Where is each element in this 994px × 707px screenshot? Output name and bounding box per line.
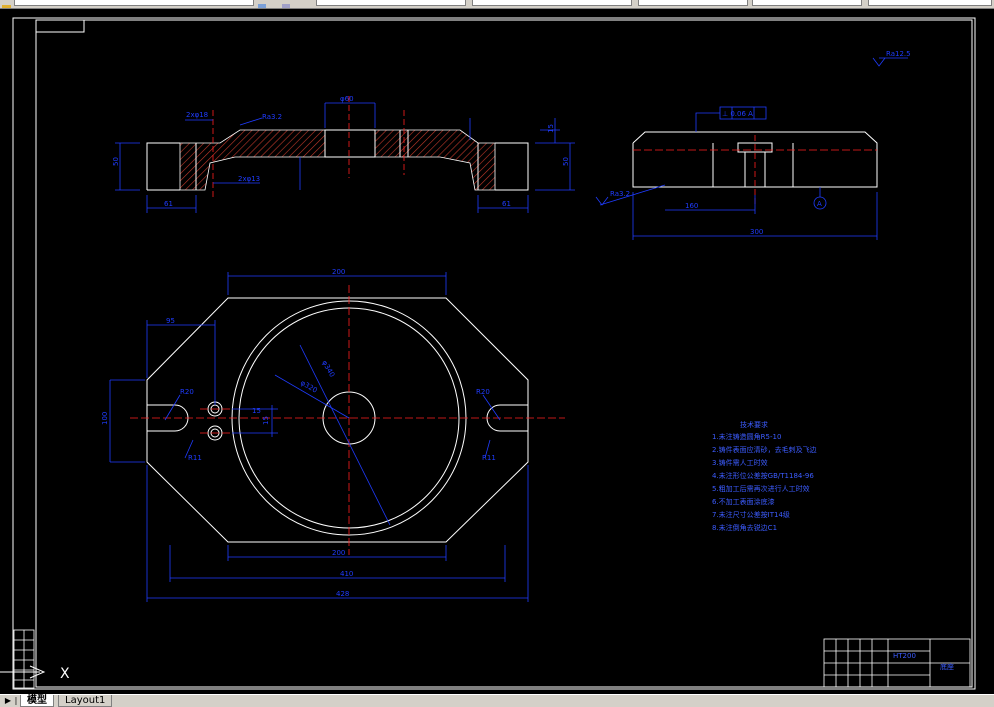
- tolerance-frame: ⊥ 0.06 A: [722, 110, 753, 118]
- tab-model[interactable]: 模型: [20, 695, 54, 707]
- radius-left-label: R11: [188, 454, 202, 462]
- dim-plan-left-height: 100: [101, 412, 109, 425]
- ucs-x-label: X: [60, 666, 70, 682]
- drawing-frame: [12, 17, 976, 690]
- dim-diameter-inner: φ320: [299, 379, 319, 395]
- layer-dropdown[interactable]: [14, 0, 254, 6]
- dim-side-total: 300: [750, 228, 763, 236]
- dim-front-right-height: 50: [562, 157, 570, 166]
- title-material: HT200: [893, 652, 916, 660]
- tech-req-item: 4.未注形位公差按GB/T1184-96: [712, 471, 814, 480]
- plotstyle-dropdown[interactable]: [752, 0, 862, 6]
- radius-right-label: R11: [482, 454, 496, 462]
- dim-front-left-width: 61: [164, 200, 173, 208]
- roughness-side: Ra3.2: [610, 190, 630, 198]
- tech-req-item: 1.未注铸造圆角R5-10: [712, 432, 781, 441]
- tab-nav-first-icon[interactable]: ▶: [4, 696, 12, 706]
- title-block: HT200 底座: [823, 638, 971, 688]
- linetype-dropdown[interactable]: [472, 0, 632, 6]
- radius-left-label-2: R20: [180, 388, 194, 396]
- tech-req-item: 6.不加工表面涂底漆: [712, 497, 775, 506]
- dim-diameter-outer: φ340: [320, 359, 336, 379]
- drawing-canvas[interactable]: 61 61 50 50 15 2xφ18 2xφ13 φ60 Ra3.2 300…: [0, 8, 994, 694]
- revision-column: [13, 629, 35, 689]
- label-bore-lower: 2xφ13: [238, 175, 260, 183]
- layer-previous-icon[interactable]: [282, 0, 291, 8]
- title-part-name: 底座: [940, 662, 954, 671]
- layout-tab-bar: ▶ | 模型 Layout1: [0, 694, 994, 707]
- tab-layout1[interactable]: Layout1: [58, 695, 113, 707]
- dim-front-left-height: 50: [112, 157, 120, 166]
- dim-plan-left-offset: 95: [166, 317, 175, 325]
- tech-req-item: 8.未注倒角去锐边C1: [712, 523, 777, 532]
- dim-side-inner: 160: [685, 202, 698, 210]
- folder-icon[interactable]: [2, 0, 11, 8]
- radius-right-label-2: R20: [476, 388, 490, 396]
- label-bore-upper: 2xφ18: [186, 111, 208, 119]
- tab-nav-prev-icon[interactable]: |: [12, 696, 20, 706]
- dim-small-1: 15: [252, 407, 261, 415]
- dim-center-bore: φ60: [340, 95, 354, 103]
- dim-plan-total: 428: [336, 590, 349, 598]
- dim-plan-mid: 410: [340, 570, 353, 578]
- dim-plan-bottom-inner: 200: [332, 549, 345, 557]
- roughness-top-label: Ra3.2: [262, 113, 282, 121]
- layer-manager-icon[interactable]: [258, 0, 267, 8]
- tech-requirements: 技术要求 1.未注铸造圆角R5-10 2.铸件表面应清砂，去毛刺及飞边 3.铸件…: [712, 420, 817, 532]
- ucs-icon: X: [0, 665, 70, 682]
- side-view: 300 160 ⊥ 0.06 A A Ra3.2 Ra12.5: [595, 50, 911, 240]
- tech-req-item: 5.粗加工后需再次进行人工时效: [712, 484, 810, 493]
- front-section-view: 61 61 50 50 15 2xφ18 2xφ13 φ60 Ra3.2: [112, 95, 575, 213]
- extra-dropdown[interactable]: [868, 0, 992, 6]
- cad-drawing[interactable]: 61 61 50 50 15 2xφ18 2xφ13 φ60 Ra3.2 300…: [0, 8, 994, 694]
- dim-front-right-width: 61: [502, 200, 511, 208]
- tech-req-title: 技术要求: [740, 420, 768, 429]
- tech-req-item: 7.未注尺寸公差按IT14级: [712, 510, 790, 519]
- plan-view: 200 200 410 428 95 100 R11 R11 R20 R20 φ…: [101, 268, 565, 602]
- roughness-corner: Ra12.5: [886, 50, 911, 58]
- color-dropdown[interactable]: [316, 0, 466, 6]
- tech-req-item: 2.铸件表面应清砂，去毛刺及飞边: [712, 445, 817, 454]
- dim-small-2: 15: [262, 416, 270, 425]
- dim-plan-top: 200: [332, 268, 345, 276]
- dim-front-step-height: 15: [547, 124, 555, 133]
- lineweight-dropdown[interactable]: [638, 0, 748, 6]
- datum-label: A: [817, 200, 822, 208]
- tech-req-item: 3.铸件需人工时效: [712, 458, 768, 467]
